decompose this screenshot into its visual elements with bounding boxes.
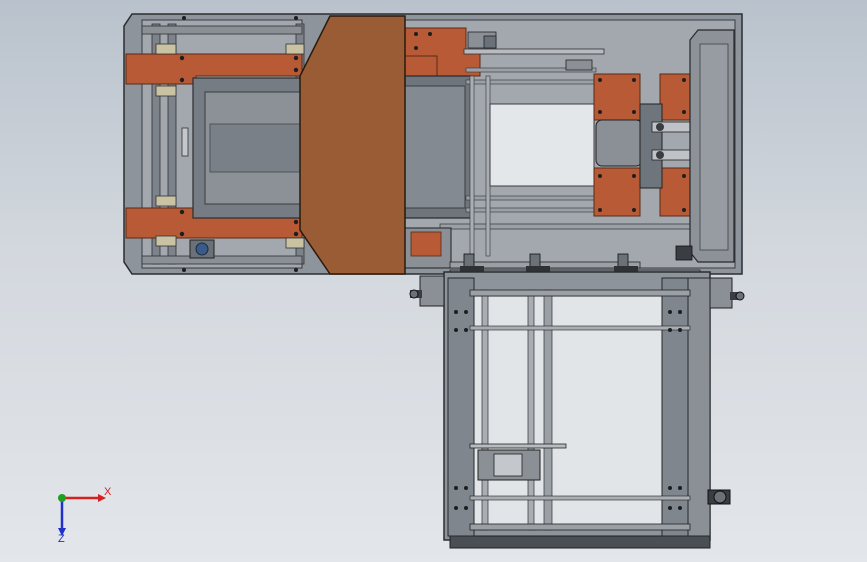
motor-shaft bbox=[195, 242, 209, 256]
rail-lower-b bbox=[465, 207, 597, 213]
orientation-triad: X Z bbox=[58, 486, 112, 542]
clamp-pivot-a bbox=[656, 123, 664, 131]
carriage-bar bbox=[469, 443, 567, 449]
lower-rail-upper bbox=[469, 325, 691, 331]
lower-frame-assembly[interactable] bbox=[409, 271, 745, 549]
feed-chute-inner bbox=[404, 85, 466, 209]
feed-window bbox=[489, 103, 595, 187]
bracket-tr bbox=[285, 43, 305, 55]
clamp-head-bar bbox=[639, 103, 663, 189]
handwheel[interactable] bbox=[707, 489, 731, 505]
bottom-rail bbox=[141, 255, 303, 265]
lower-frame-opening bbox=[471, 295, 689, 529]
bracket-bl bbox=[155, 235, 177, 247]
lower-rail-bottom bbox=[469, 495, 691, 501]
hanger-right bbox=[709, 277, 733, 309]
small-handle bbox=[181, 127, 189, 157]
clamp-head-body bbox=[595, 119, 643, 167]
lower-rail-top bbox=[469, 289, 691, 297]
rail-upper-c bbox=[465, 79, 597, 85]
top-rail bbox=[141, 25, 303, 35]
hanger-left bbox=[419, 275, 445, 307]
lower-column-right-outer bbox=[687, 277, 711, 537]
bottom-fixture-right bbox=[675, 245, 693, 261]
top-fixture-b bbox=[483, 35, 497, 49]
brown-cover-plate[interactable] bbox=[299, 15, 406, 275]
bottom-fixture-orange bbox=[410, 231, 442, 257]
side-cover-inner bbox=[699, 43, 729, 251]
rail-upper-a bbox=[463, 48, 605, 55]
rod-vertical-a bbox=[469, 75, 475, 257]
lower-frame-base bbox=[449, 535, 711, 549]
carriage-center bbox=[493, 453, 523, 477]
x-axis-label: X bbox=[104, 486, 112, 498]
rail-lower-c bbox=[439, 223, 691, 230]
lower-rail-base bbox=[469, 523, 691, 531]
orange-plate-top-right-lower bbox=[404, 55, 438, 79]
rod-vertical-b bbox=[485, 75, 491, 257]
machine-assembly-top-view[interactable] bbox=[0, 0, 867, 562]
slider-block bbox=[565, 59, 593, 71]
bracket-br bbox=[285, 237, 305, 249]
bracket-ml2 bbox=[155, 195, 177, 207]
bracket-ml bbox=[155, 85, 177, 97]
cad-graphics-viewport[interactable]: X Z bbox=[0, 0, 867, 562]
hanger-bolt-left bbox=[409, 289, 422, 299]
rail-lower-a bbox=[465, 195, 597, 201]
hanger-bolt-right bbox=[730, 291, 745, 301]
bracket-tl bbox=[155, 43, 177, 55]
clamp-pivot-b bbox=[656, 151, 664, 159]
central-tray-slot bbox=[209, 123, 303, 173]
z-axis-label: Z bbox=[58, 533, 65, 542]
triad-origin bbox=[58, 494, 66, 502]
